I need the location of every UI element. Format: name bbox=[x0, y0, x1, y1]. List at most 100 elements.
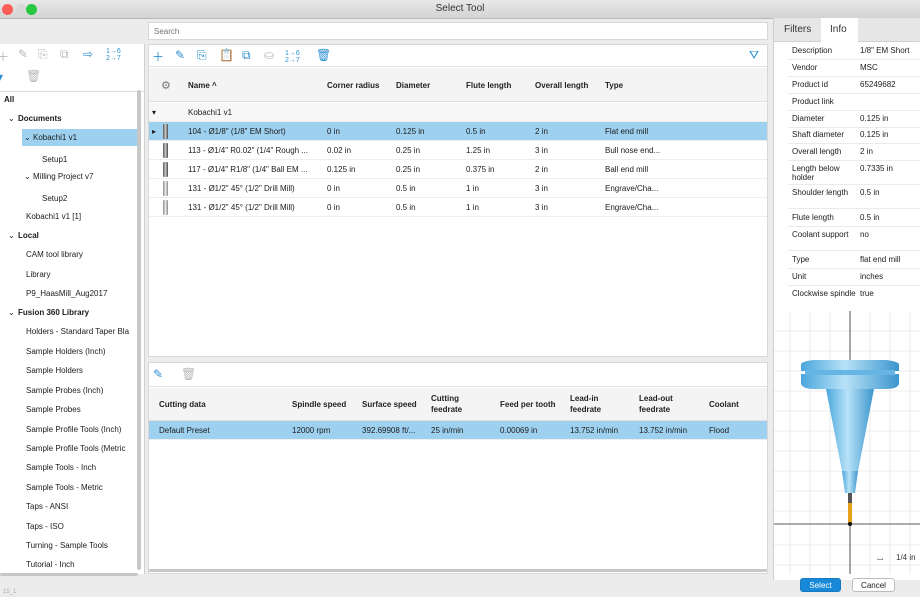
edit-tool-icon[interactable]: ✎ bbox=[175, 48, 185, 62]
flute-length: 1.25 in bbox=[466, 146, 491, 155]
scale-icon: ⌴ bbox=[877, 553, 884, 562]
delete-tool-icon[interactable]: 🗑 bbox=[316, 48, 331, 62]
prop-key: Overall length bbox=[792, 147, 842, 156]
col-surface-speed[interactable]: Surface speed bbox=[362, 400, 417, 409]
tree-item-library-entry[interactable]: Turning - Sample Tools bbox=[26, 541, 108, 550]
prop-key: Type bbox=[792, 255, 810, 264]
cutting-data-panel: ✎ 🗑 Cutting data Spindle speed Surface s… bbox=[148, 362, 768, 574]
tree-item-library[interactable]: Library bbox=[26, 270, 50, 279]
col-flute-length[interactable]: Flute length bbox=[466, 81, 511, 90]
col-corner-radius[interactable]: Corner radius bbox=[327, 81, 379, 90]
col-coolant[interactable]: Coolant bbox=[709, 400, 739, 409]
delete-library-icon[interactable]: 🗑 bbox=[26, 69, 41, 83]
tree-item-library-entry[interactable]: Sample Holders (Inch) bbox=[26, 347, 106, 356]
tree-item-fusion-library[interactable]: Fusion 360 Library bbox=[18, 308, 89, 317]
divider bbox=[788, 59, 920, 60]
prop-value: 0.7335 in bbox=[860, 164, 893, 173]
chevron-down-icon[interactable]: ⌄ bbox=[24, 133, 31, 142]
table-row[interactable]: 117 - Ø1/4" R1/8" (1/4" Ball EM ... 0.12… bbox=[149, 160, 767, 179]
delete-preset-icon[interactable]: 🗑 bbox=[181, 367, 196, 381]
col-lead-out-feedrate[interactable]: Lead-out feedrate bbox=[639, 393, 689, 415]
tree-item-setup2[interactable]: Setup2 bbox=[42, 194, 67, 203]
tree-item-library-entry[interactable]: Sample Tools - Inch bbox=[26, 463, 96, 472]
info-tabs: Filters Info bbox=[774, 18, 920, 42]
col-type[interactable]: Type bbox=[605, 81, 623, 90]
tree-item-library-entry[interactable]: Sample Holders bbox=[26, 366, 83, 375]
col-name[interactable]: Name ^ bbox=[188, 81, 217, 90]
tree-horizontal-scrollbar[interactable] bbox=[0, 573, 138, 576]
tree-item-library-entry[interactable]: Taps - ANSI bbox=[26, 502, 68, 511]
col-feed-per-tooth[interactable]: Feed per tooth bbox=[500, 400, 556, 409]
duplicate-tool-icon[interactable]: ⧉ bbox=[242, 48, 251, 63]
prop-key: Product link bbox=[792, 97, 834, 106]
tree-item-milling-project[interactable]: Milling Project v7 bbox=[33, 172, 93, 181]
edit-preset-icon[interactable]: ✎ bbox=[153, 367, 163, 381]
tab-info[interactable]: Info bbox=[830, 24, 847, 35]
tree-item-library-entry[interactable]: Sample Profile Tools (Metric bbox=[26, 444, 125, 453]
overall-length: 3 in bbox=[535, 146, 548, 155]
tree-item-library-entry[interactable]: Tutorial - Inch bbox=[26, 560, 75, 569]
filter-icon[interactable]: ▾ bbox=[0, 70, 3, 84]
cutting-table-header: Cutting data Spindle speed Surface speed… bbox=[149, 388, 767, 421]
tree-item-kobachi-1[interactable]: Kobachi1 v1 [1] bbox=[26, 212, 81, 221]
add-tool-icon[interactable]: ＋ bbox=[152, 48, 164, 65]
renumber-icon[interactable]: 1→6 2→7 bbox=[106, 48, 121, 62]
prop-key: Vendor bbox=[792, 63, 818, 72]
tree-item-kobachi[interactable]: Kobachi1 v1 bbox=[33, 133, 77, 142]
col-diameter[interactable]: Diameter bbox=[396, 81, 430, 90]
chevron-down-icon[interactable]: ⌄ bbox=[8, 231, 15, 240]
tree-item-library-entry[interactable]: Sample Tools - Metric bbox=[26, 483, 103, 492]
search-input[interactable] bbox=[149, 23, 767, 39]
preset-row[interactable]: Default Preset 12000 rpm 392.69908 ft/..… bbox=[149, 421, 767, 440]
new-library-icon[interactable]: ＋ bbox=[0, 48, 9, 65]
search-field[interactable] bbox=[148, 22, 768, 40]
cutting-toolbar: ✎ 🗑 bbox=[149, 363, 767, 387]
chevron-down-icon[interactable]: ▾ bbox=[152, 108, 156, 117]
paste-tool-icon[interactable]: 📋 bbox=[219, 48, 234, 62]
cancel-button[interactable]: Cancel bbox=[852, 578, 895, 592]
table-row[interactable]: ▸ 104 - Ø1/8" (1/8" EM Short) 0 in 0.125… bbox=[149, 122, 767, 141]
renumber-tools-icon[interactable]: 1→6 2→7 bbox=[285, 50, 300, 64]
tree-item-all[interactable]: All bbox=[4, 95, 14, 104]
table-row[interactable]: 131 - Ø1/2" 45° (1/2" Drill Mill) 0 in 0… bbox=[149, 179, 767, 198]
export-icon[interactable]: ⧉ bbox=[60, 47, 69, 62]
col-spindle-speed[interactable]: Spindle speed bbox=[292, 400, 346, 409]
tree-item-library-entry[interactable]: Sample Probes bbox=[26, 405, 81, 414]
gear-icon[interactable]: ⚙ bbox=[161, 79, 171, 92]
tree-item-setup1[interactable]: Setup1 bbox=[42, 155, 67, 164]
table-row[interactable]: 113 - Ø1/4" R0.02" (1/4" Rough ... 0.02 … bbox=[149, 141, 767, 160]
diameter: 0.25 in bbox=[396, 165, 421, 174]
col-lead-in-feedrate[interactable]: Lead-in feedrate bbox=[570, 393, 615, 415]
divider bbox=[788, 208, 920, 209]
tool-preview[interactable] bbox=[774, 311, 920, 574]
clear-filter-icon[interactable]: ⛛ bbox=[749, 48, 759, 63]
tree-item-local[interactable]: Local bbox=[18, 231, 39, 240]
chevron-down-icon[interactable]: ⌄ bbox=[8, 114, 15, 123]
holder-icon[interactable]: ⛀ bbox=[264, 48, 274, 62]
select-button[interactable]: Select bbox=[800, 578, 841, 592]
tree-item-library-entry[interactable]: Sample Probes (Inch) bbox=[26, 386, 103, 395]
group-row[interactable]: ▾ Kobachi1 v1 bbox=[149, 103, 767, 122]
chevron-down-icon[interactable]: ⌄ bbox=[8, 308, 15, 317]
prop-key: Shaft diameter bbox=[792, 130, 845, 139]
tab-filters[interactable]: Filters bbox=[784, 24, 811, 35]
col-cutting-feedrate[interactable]: Cutting feedrate bbox=[431, 393, 481, 415]
tree-item-documents[interactable]: Documents bbox=[18, 114, 62, 123]
col-overall-length[interactable]: Overall length bbox=[535, 81, 588, 90]
cutting-horizontal-scrollbar[interactable] bbox=[149, 569, 767, 572]
copy-tool-icon[interactable]: ⎘ bbox=[197, 48, 207, 63]
tree-item-library-entry[interactable]: Holders - Standard Taper Bla bbox=[26, 327, 129, 336]
import-icon[interactable]: ⇨ bbox=[83, 47, 93, 61]
link-icon[interactable]: ⎘ bbox=[38, 47, 48, 62]
tree-item-library-entry[interactable]: Taps - ISO bbox=[26, 522, 64, 531]
tree-item-cam-library[interactable]: CAM tool library bbox=[26, 250, 83, 259]
tree-item-p9[interactable]: P9_HaasMill_Aug2017 bbox=[26, 289, 107, 298]
flat-end-mill-icon bbox=[163, 124, 168, 139]
table-row[interactable]: 131 - Ø1/2" 45° (1/2" Drill Mill) 0 in 0… bbox=[149, 198, 767, 217]
edit-library-icon[interactable]: ✎ bbox=[18, 47, 28, 61]
tree-scrollbar[interactable] bbox=[137, 90, 141, 570]
chevron-down-icon[interactable]: ⌄ bbox=[24, 172, 31, 181]
col-cutting-data[interactable]: Cutting data bbox=[159, 400, 206, 409]
title-bar: Select Tool bbox=[0, 0, 920, 19]
tree-item-library-entry[interactable]: Sample Profile Tools (Inch) bbox=[26, 425, 121, 434]
